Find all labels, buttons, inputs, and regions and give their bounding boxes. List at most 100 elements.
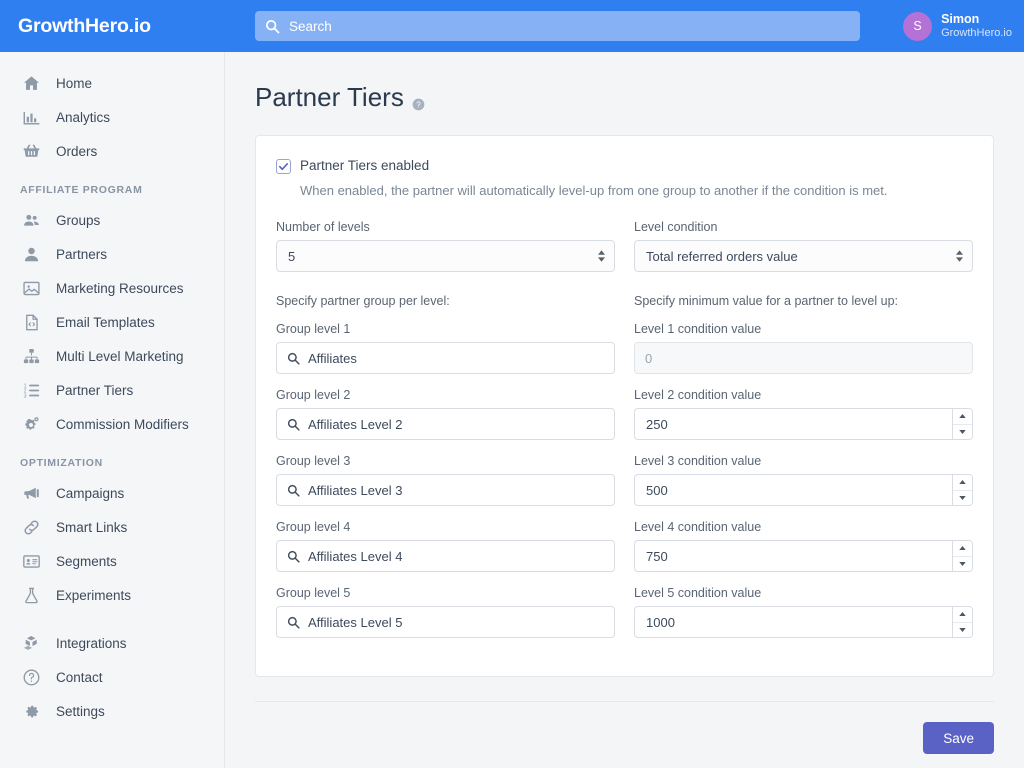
spinner-up-icon[interactable] bbox=[953, 475, 972, 491]
user-menu[interactable]: S Simon GrowthHero.io bbox=[903, 11, 1024, 41]
sidebar-section-header: OPTIMIZATION bbox=[20, 457, 103, 469]
user-name: Simon bbox=[941, 11, 980, 26]
left-note: Specify partner group per level: bbox=[276, 294, 450, 308]
sidebar-item-label: Settings bbox=[56, 703, 105, 719]
sidebar-item-experiments[interactable]: Experiments bbox=[0, 578, 224, 612]
level-condition-select[interactable]: Total referred orders value bbox=[634, 240, 973, 272]
top-selects-row: Number of levels 5 Level condition Total… bbox=[276, 220, 973, 272]
condition-value-2-value: 250 bbox=[646, 416, 668, 432]
footer-actions: Save bbox=[255, 702, 994, 754]
group-level-5-label: Group level 5 bbox=[276, 586, 351, 600]
condition-value-1-value: 0 bbox=[645, 350, 653, 366]
group-level-3-label: Group level 3 bbox=[276, 454, 351, 468]
sidebar-item-segments[interactable]: Segments bbox=[0, 544, 224, 578]
link-icon bbox=[20, 516, 42, 538]
blocks-icon bbox=[20, 632, 42, 654]
group-level-2-value: Affiliates Level 2 bbox=[308, 416, 403, 432]
partner-tiers-card: Partner Tiers enabled When enabled, the … bbox=[255, 135, 994, 677]
search-input[interactable] bbox=[289, 18, 850, 34]
spinner-down-icon[interactable] bbox=[953, 556, 972, 571]
search-icon bbox=[287, 484, 300, 497]
condition-value-5-spinner bbox=[952, 607, 972, 637]
enable-checkbox-label: Partner Tiers enabled bbox=[300, 158, 430, 173]
sidebar-item-settings[interactable]: Settings bbox=[0, 694, 224, 728]
group-level-4-label: Group level 4 bbox=[276, 520, 351, 534]
id-card-icon bbox=[20, 550, 42, 572]
sidebar-item-partners[interactable]: Partners bbox=[0, 237, 224, 271]
condition-value-2-spinner bbox=[952, 409, 972, 439]
basket-icon bbox=[20, 140, 42, 162]
sidebar-item-label: Smart Links bbox=[56, 519, 128, 535]
sidebar-item-multi-level-marketing[interactable]: Multi Level Marketing bbox=[0, 339, 224, 373]
sidebar-item-smart-links[interactable]: Smart Links bbox=[0, 510, 224, 544]
sidebar-item-campaigns[interactable]: Campaigns bbox=[0, 476, 224, 510]
image-icon bbox=[20, 277, 42, 299]
number-of-levels-value: 5 bbox=[288, 248, 296, 264]
sidebar-section-header: AFFILIATE PROGRAM bbox=[20, 184, 143, 196]
sidebar-item-marketing-resources[interactable]: Marketing Resources bbox=[0, 271, 224, 305]
sidebar-item-label: Campaigns bbox=[56, 485, 125, 501]
spinner-down-icon[interactable] bbox=[953, 622, 972, 637]
save-button[interactable]: Save bbox=[923, 722, 994, 754]
condition-value-1-input: 0 bbox=[634, 342, 973, 374]
sidebar-item-label: Commission Modifiers bbox=[56, 416, 189, 432]
sidebar-item-home[interactable]: Home bbox=[0, 66, 224, 100]
sidebar-item-groups[interactable]: Groups bbox=[0, 203, 224, 237]
spinner-down-icon[interactable] bbox=[953, 490, 972, 505]
code-file-icon bbox=[20, 311, 42, 333]
global-search[interactable] bbox=[255, 11, 860, 41]
spinner-up-icon[interactable] bbox=[953, 607, 972, 623]
level-condition-label: Level condition bbox=[634, 220, 718, 234]
group-level-2-field: Group level 2 Affiliates Level 2 bbox=[276, 388, 615, 440]
group-level-4-value: Affiliates Level 4 bbox=[308, 548, 403, 564]
group-level-3-value: Affiliates Level 3 bbox=[308, 482, 403, 498]
search-icon bbox=[287, 616, 300, 629]
sidebar-item-label: Contact bbox=[56, 669, 103, 685]
sidebar-item-label: Marketing Resources bbox=[56, 280, 184, 296]
group-level-3-input[interactable]: Affiliates Level 3 bbox=[276, 474, 615, 506]
group-level-5-field: Group level 5 Affiliates Level 5 bbox=[276, 586, 615, 638]
condition-value-1-label: Level 1 condition value bbox=[634, 322, 762, 336]
right-note: Specify minimum value for a partner to l… bbox=[634, 294, 899, 308]
bar-chart-icon bbox=[20, 106, 42, 128]
megaphone-icon bbox=[20, 482, 42, 504]
sidebar-item-contact[interactable]: Contact bbox=[0, 660, 224, 694]
search-icon bbox=[265, 19, 280, 34]
spinner-up-icon[interactable] bbox=[953, 541, 972, 557]
condition-value-5-input[interactable]: 1000 bbox=[634, 606, 973, 638]
number-of-levels-select[interactable]: 5 bbox=[276, 240, 615, 272]
group-level-5-input[interactable]: Affiliates Level 5 bbox=[276, 606, 615, 638]
gears-icon bbox=[20, 413, 42, 435]
condition-value-3-input[interactable]: 500 bbox=[634, 474, 973, 506]
flask-icon bbox=[20, 584, 42, 606]
sidebar-item-partner-tiers[interactable]: 1 2 3 Partner Tiers bbox=[0, 373, 224, 407]
group-level-2-input[interactable]: Affiliates Level 2 bbox=[276, 408, 615, 440]
sidebar-item-integrations[interactable]: Integrations bbox=[0, 626, 224, 660]
sidebar-item-label: Partner Tiers bbox=[56, 382, 134, 398]
sidebar-item-label: Experiments bbox=[56, 587, 132, 603]
condition-value-4-spinner bbox=[952, 541, 972, 571]
sidebar-item-label: Multi Level Marketing bbox=[56, 348, 184, 364]
gear-icon bbox=[20, 700, 42, 722]
condition-value-2-input[interactable]: 250 bbox=[634, 408, 973, 440]
sidebar-item-analytics[interactable]: Analytics bbox=[0, 100, 224, 134]
condition-value-3-label: Level 3 condition value bbox=[634, 454, 762, 468]
partner-tiers-enabled-checkbox[interactable] bbox=[276, 159, 291, 174]
sidebar-item-label: Email Templates bbox=[56, 314, 155, 330]
spinner-down-icon[interactable] bbox=[953, 424, 972, 439]
group-level-1-input[interactable]: Affiliates bbox=[276, 342, 615, 374]
condition-value-4-input[interactable]: 750 bbox=[634, 540, 973, 572]
spinner-up-icon[interactable] bbox=[953, 409, 972, 425]
question-mark-circle-icon[interactable]: ? bbox=[412, 85, 425, 111]
sidebar-item-commission-modifiers[interactable]: Commission Modifiers bbox=[0, 407, 224, 441]
search-icon bbox=[287, 550, 300, 563]
sidebar-item-email-templates[interactable]: Email Templates bbox=[0, 305, 224, 339]
sidebar-item-orders[interactable]: Orders bbox=[0, 134, 224, 168]
condition-value-3-spinner bbox=[952, 475, 972, 505]
group-level-4-input[interactable]: Affiliates Level 4 bbox=[276, 540, 615, 572]
sidebar-item-label: Analytics bbox=[56, 109, 111, 125]
brand-logo[interactable]: GrowthHero.io bbox=[0, 15, 225, 38]
user-info: Simon GrowthHero.io bbox=[941, 12, 1012, 40]
sidebar-item-label: Segments bbox=[56, 553, 117, 569]
